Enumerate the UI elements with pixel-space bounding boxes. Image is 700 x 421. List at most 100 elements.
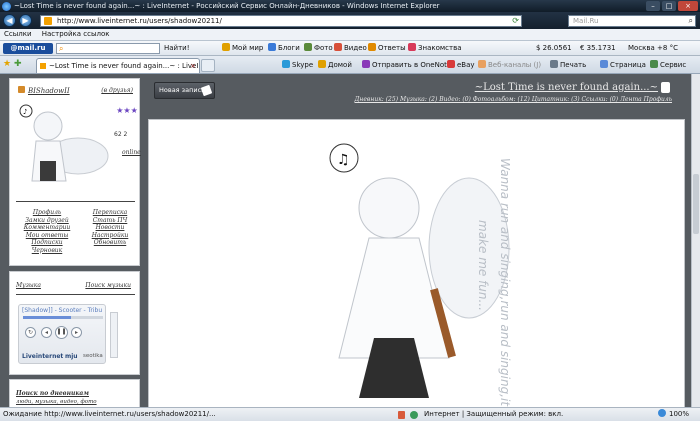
search-input[interactable]: Mail.Ru ⌕ <box>568 15 696 27</box>
mailru-search-icon: ⌕ <box>59 44 64 53</box>
cmd-home[interactable]: Домой <box>318 56 352 74</box>
diary-title[interactable]: ~Lost Time is never found again...~ <box>380 82 658 93</box>
tab-close-icon[interactable]: × <box>190 59 196 73</box>
subscriptions-link[interactable]: Подписки <box>14 239 80 247</box>
back-button[interactable]: ◀ <box>3 14 16 27</box>
skype-icon <box>282 60 290 68</box>
new-post-button[interactable]: Новая запись <box>154 82 215 99</box>
refresh-icon[interactable]: ⟳ <box>512 16 519 26</box>
cmd-print[interactable]: Печать <box>550 56 586 74</box>
security-zone[interactable]: Интернет | Защищенный режим: вкл. <box>424 408 563 421</box>
profile-link[interactable]: Профиль <box>14 209 80 217</box>
pause-icon[interactable]: ❚❚ <box>55 326 68 339</box>
friends-locks-link[interactable]: Замки друзей <box>14 217 80 225</box>
new-tab-button[interactable] <box>201 59 215 72</box>
tab-favicon <box>40 63 46 69</box>
new-post-label: Новая запись <box>159 86 205 94</box>
comments-link[interactable]: Комментарии <box>14 224 80 232</box>
page-menu-icon <box>600 60 608 68</box>
window-title-bar: ~Lost Time is never found again...~ : Li… <box>0 0 700 12</box>
tab-liveinternet[interactable]: ~Lost Time is never found again...~ : Li… <box>36 58 200 73</box>
answers-icon <box>368 43 376 51</box>
diary-nav-links[interactable]: Дневник: (25) Музыка: (2) Видео: (0) Фот… <box>330 96 672 103</box>
cmd-feeds[interactable]: Веб-каналы (J) <box>478 56 541 74</box>
ebay-icon <box>447 60 455 68</box>
lyrics-line-1: Wanna run and singing,run and singing,it… <box>498 158 512 407</box>
my-answers-link[interactable]: Мои ответы <box>14 232 80 240</box>
zoom-icon <box>658 409 666 417</box>
music-title[interactable]: Музыка <box>16 282 41 289</box>
add-favorites-icon[interactable]: ✚ <box>14 60 22 69</box>
mailru-item-video[interactable]: Видео <box>334 41 367 56</box>
weather[interactable]: Москва +8 °C <box>628 41 678 56</box>
cmd-tools[interactable]: Сервис <box>650 56 686 74</box>
music-panel: Музыка Поиск музыки [Shadow]] - Scooter … <box>9 271 140 375</box>
music-player: [Shadow]] - Scooter - Tribu ↻ ◂ ❚❚ ▸ Liv… <box>18 304 106 364</box>
news-link[interactable]: Новости <box>82 224 138 232</box>
zoom-level[interactable]: 100% <box>658 408 689 421</box>
links-settings[interactable]: Настройка ссылок <box>42 30 110 38</box>
music-search-link[interactable]: Поиск музыки <box>85 282 131 289</box>
tools-gear-icon <box>650 60 658 68</box>
usd-rate[interactable]: $ 26.0561 <box>536 41 572 56</box>
become-pch-link[interactable]: Стать ПЧ <box>82 217 138 225</box>
online-status: online <box>122 149 141 156</box>
settings-link[interactable]: Настройки <box>82 232 138 240</box>
forward-button[interactable]: ▶ <box>19 14 32 27</box>
lock-icon <box>661 82 670 93</box>
refresh-link[interactable]: Обновить <box>82 239 138 247</box>
repeat-icon[interactable]: ↻ <box>25 327 36 338</box>
avatar: ♪ <box>19 104 109 182</box>
protected-mode-icon[interactable] <box>410 411 418 419</box>
links-label[interactable]: Ссылки <box>4 30 32 38</box>
divider <box>16 294 135 295</box>
cmd-skype[interactable]: Skype <box>282 56 313 74</box>
mailru-toolbar: @mail.ru ⌕ Найти! Мой мир Блоги Фото Вид… <box>0 41 700 56</box>
onenote-icon <box>362 60 370 68</box>
mailru-item-blogs[interactable]: Блоги <box>268 41 300 56</box>
mailru-item-photo[interactable]: Фото <box>304 41 333 56</box>
mailru-item-mymir[interactable]: Мой мир <box>222 41 263 56</box>
cmd-onenote[interactable]: Отправить в OneNote <box>362 56 451 74</box>
vertical-scrollbar[interactable] <box>691 74 700 407</box>
address-url: http://www.liveinternet.ru/users/shadow2… <box>57 17 222 25</box>
profile-counts: 62 2 <box>114 131 128 138</box>
address-input[interactable]: http://www.liveinternet.ru/users/shadow2… <box>40 15 522 27</box>
diary-search-panel: Поиск по дневникам люди, музыка, видео, … <box>9 379 140 407</box>
scrollbar-thumb[interactable] <box>693 174 699 234</box>
tab-title: ~Lost Time is never found again...~ : Li… <box>49 62 199 70</box>
add-friend-link[interactable]: (в друзья) <box>101 87 133 94</box>
page-content: BIShadowII (в друзья) ♪ ★★★ 62 2 online … <box>0 74 691 407</box>
favorites-star-icon[interactable]: ★ <box>3 60 11 69</box>
home-icon <box>318 60 326 68</box>
cmd-ebay[interactable]: eBay <box>447 56 475 74</box>
mailru-find-button[interactable]: Найти! <box>164 41 190 56</box>
cmd-page[interactable]: Страница <box>600 56 646 74</box>
divider <box>16 201 135 202</box>
prev-icon[interactable]: ◂ <box>41 327 52 338</box>
messages-link[interactable]: Переписка <box>82 209 138 217</box>
search-icon[interactable]: ⌕ <box>689 16 693 26</box>
mailru-search-input[interactable]: ⌕ <box>56 43 160 54</box>
video-icon <box>334 43 342 51</box>
page-icon <box>44 17 52 25</box>
volume-slider[interactable] <box>110 312 118 358</box>
diary-search-filters[interactable]: люди, музыка, видео, фото <box>16 399 97 405</box>
popup-blocker-icon[interactable] <box>398 411 405 419</box>
svg-text:♫: ♫ <box>337 152 350 168</box>
minimize-button[interactable]: – <box>646 1 660 11</box>
tab-row: ★ ✚ ~Lost Time is never found again...~ … <box>0 56 700 74</box>
close-button[interactable]: × <box>678 1 698 11</box>
profile-username[interactable]: BIShadowII <box>28 87 70 95</box>
track-progress[interactable] <box>23 316 103 319</box>
mailru-item-dating[interactable]: Знакомства <box>408 41 462 56</box>
mailru-logo[interactable]: @mail.ru <box>3 43 53 54</box>
drafts-link[interactable]: Черновик <box>14 247 80 255</box>
links-bar: Ссылки Настройка ссылок <box>0 29 700 41</box>
eur-rate[interactable]: € 35.1731 <box>580 41 616 56</box>
diary-search-title[interactable]: Поиск по дневникам <box>16 390 89 397</box>
mailru-item-answers[interactable]: Ответы <box>368 41 406 56</box>
maximize-button[interactable]: □ <box>662 1 676 11</box>
address-row: ◀ ▶ http://www.liveinternet.ru/users/sha… <box>0 12 700 29</box>
next-icon[interactable]: ▸ <box>71 327 82 338</box>
